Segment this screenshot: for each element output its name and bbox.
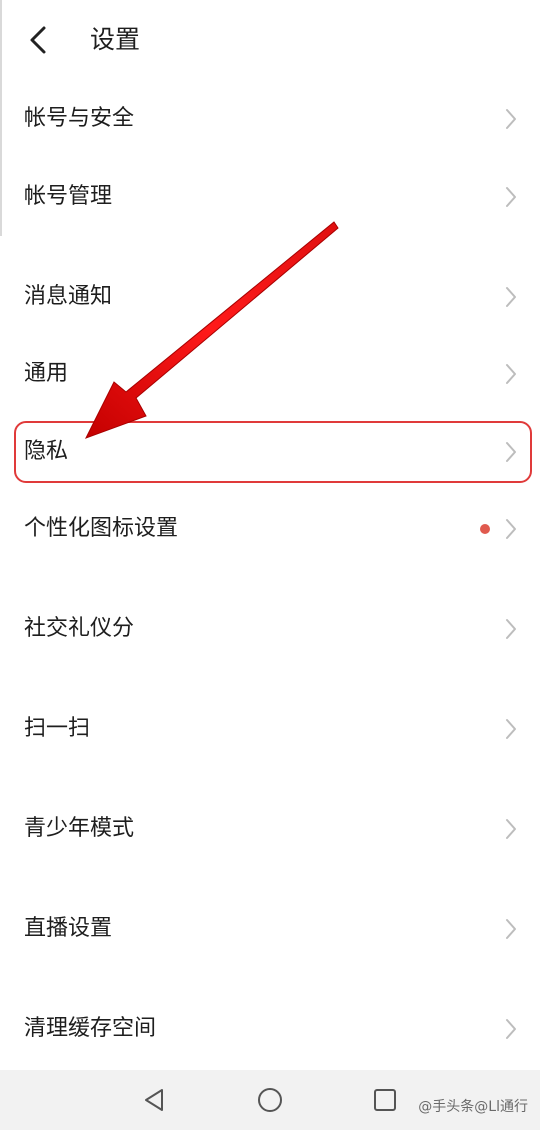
- settings-item-account-management[interactable]: 帐号管理: [0, 164, 540, 230]
- settings-item-label: 青少年模式: [24, 816, 135, 841]
- triangle-back-icon: [145, 1089, 163, 1111]
- header-bar: 设置: [0, 0, 540, 80]
- settings-item-privacy[interactable]: 隐私: [0, 419, 540, 485]
- settings-item-teen-mode[interactable]: 青少年模式: [0, 796, 540, 862]
- chevron-right-icon: [506, 819, 516, 839]
- chevron-right-icon: [506, 287, 516, 307]
- new-badge-dot: [480, 524, 490, 534]
- chevron-right-icon: [506, 919, 516, 939]
- settings-item-label: 个性化图标设置: [24, 516, 179, 541]
- chevron-right-icon: [506, 519, 516, 539]
- chevron-right-icon: [506, 364, 516, 384]
- settings-item-personalized-icon[interactable]: 个性化图标设置: [0, 496, 540, 562]
- chevron-right-icon: [506, 442, 516, 462]
- circle-home-icon: [258, 1088, 282, 1112]
- chevron-right-icon: [506, 109, 516, 129]
- back-button[interactable]: [22, 20, 58, 60]
- settings-item-label: 消息通知: [24, 284, 113, 309]
- settings-item-clear-cache[interactable]: 清理缓存空间: [0, 996, 540, 1062]
- watermark-text: @手头条@Ll通行: [418, 1099, 528, 1115]
- square-recent-icon: [374, 1089, 396, 1111]
- settings-item-label: 社交礼仪分: [24, 616, 135, 641]
- settings-item-notifications[interactable]: 消息通知: [0, 264, 540, 330]
- page-title: 设置: [90, 25, 141, 54]
- settings-item-label: 帐号管理: [24, 184, 113, 209]
- settings-item-label: 隐私: [24, 439, 69, 464]
- settings-item-social-etiquette[interactable]: 社交礼仪分: [0, 596, 540, 662]
- settings-item-live-settings[interactable]: 直播设置: [0, 896, 540, 962]
- settings-item-label: 直播设置: [24, 916, 113, 941]
- nav-back-button[interactable]: [140, 1085, 170, 1115]
- system-navigation-bar: @手头条@Ll通行: [0, 1070, 540, 1130]
- settings-item-label: 帐号与安全: [24, 106, 135, 131]
- chevron-right-icon: [506, 1019, 516, 1039]
- settings-item-account-security[interactable]: 帐号与安全: [0, 86, 540, 152]
- chevron-right-icon: [506, 719, 516, 739]
- chevron-right-icon: [506, 619, 516, 639]
- chevron-right-icon: [506, 187, 516, 207]
- nav-recent-button[interactable]: [370, 1085, 400, 1115]
- nav-home-button[interactable]: [255, 1085, 285, 1115]
- settings-item-label: 清理缓存空间: [24, 1016, 157, 1041]
- settings-item-general[interactable]: 通用: [0, 341, 540, 407]
- chevron-left-icon: [30, 26, 46, 54]
- settings-item-label: 扫一扫: [24, 716, 91, 741]
- settings-item-scan[interactable]: 扫一扫: [0, 696, 540, 762]
- settings-item-label: 通用: [24, 361, 69, 386]
